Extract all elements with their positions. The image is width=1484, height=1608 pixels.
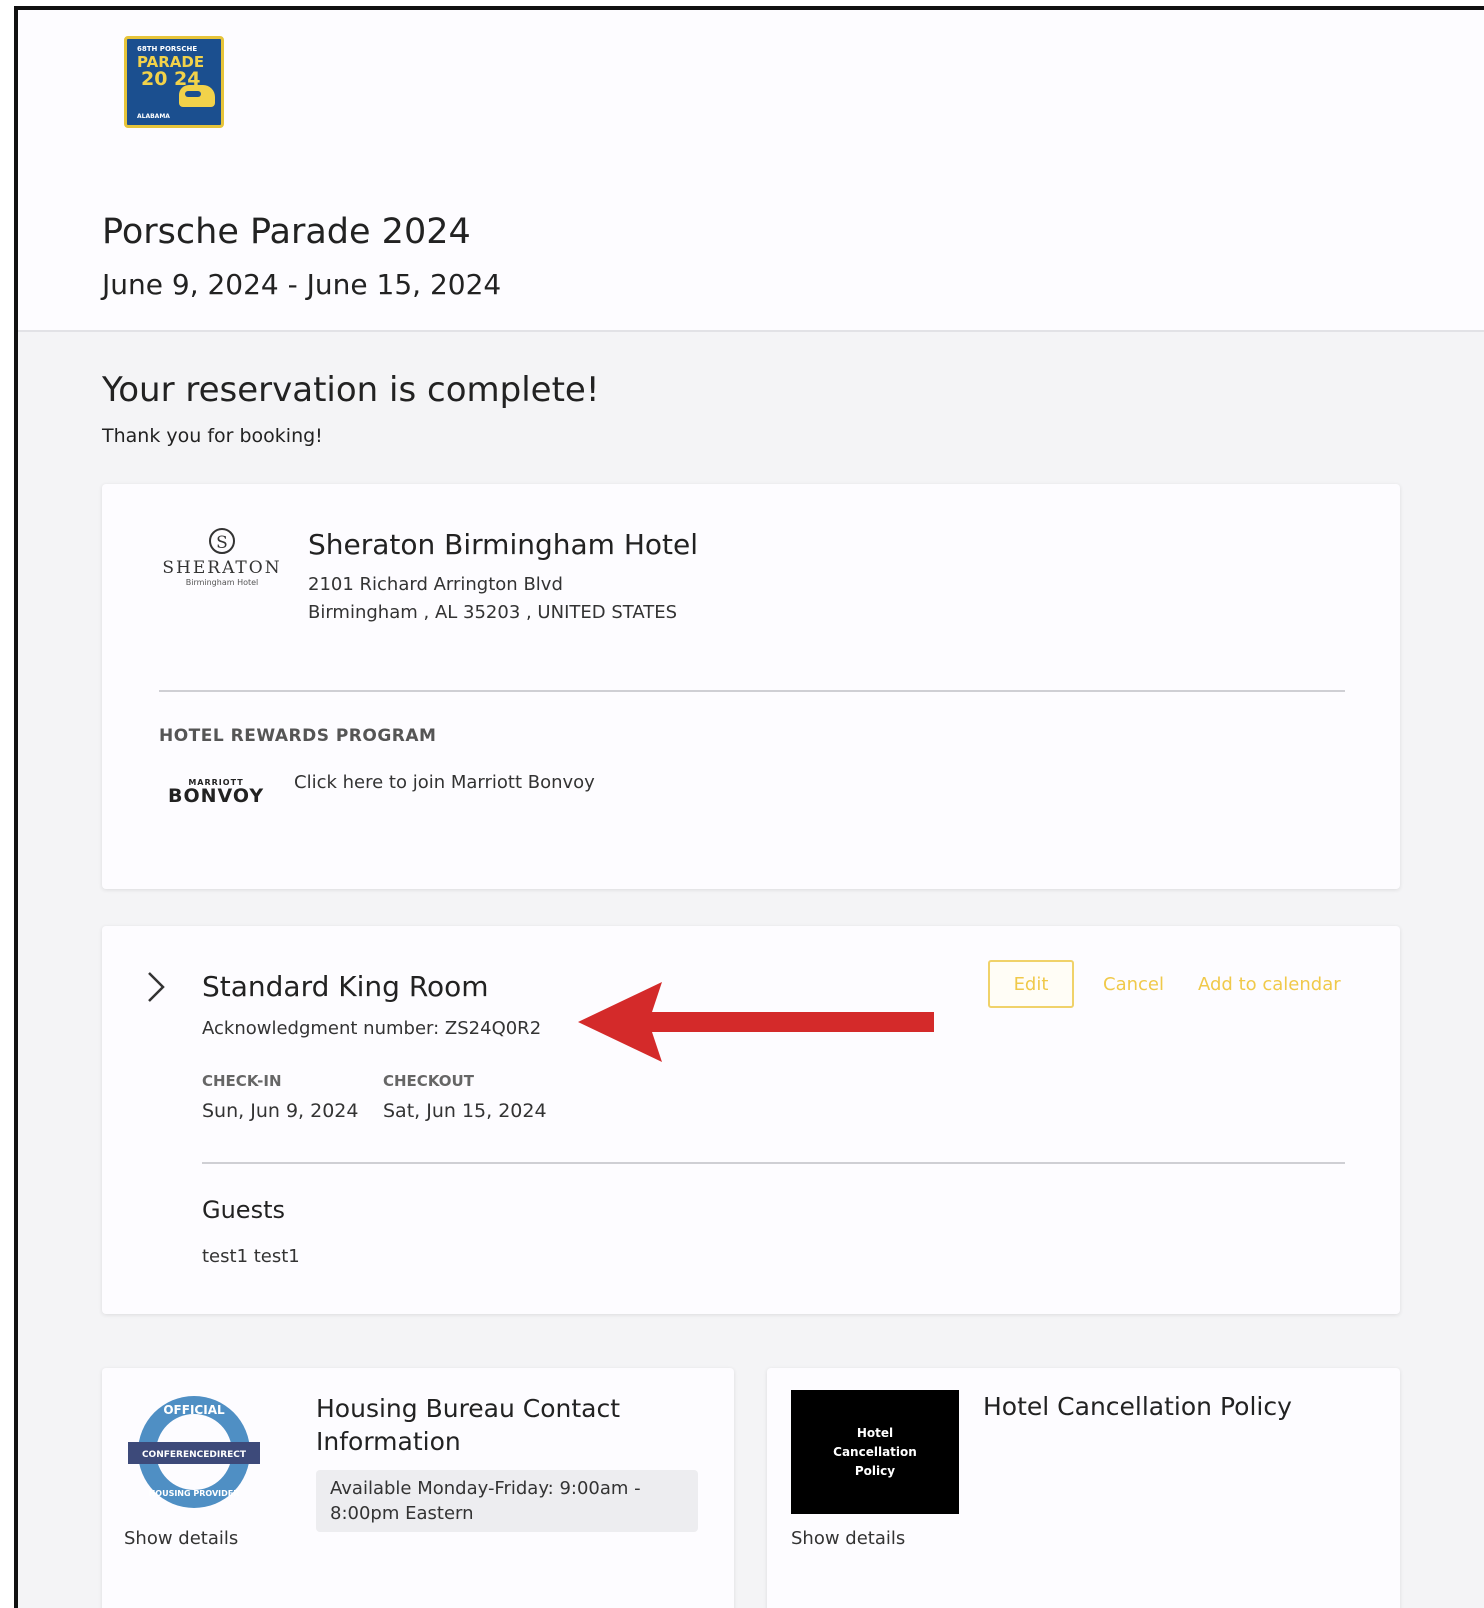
acknowledgment-number: Acknowledgment number: ZS24Q0R2 [202,1018,542,1039]
sheraton-emblem-icon: S [209,528,235,554]
sheraton-logo: S SHERATON Birmingham Hotel [162,528,282,587]
hotel-address-line1: 2101 Richard Arrington Blvd [308,574,563,595]
divider [202,1162,1345,1164]
checkout-label: CHECKOUT [383,1072,474,1090]
checkin-value: Sun, Jun 9, 2024 [202,1100,359,1122]
housing-bureau-card: CONFERENCEDIRECT OFFICIAL HOUSING PROVID… [102,1368,734,1608]
sheraton-logo-word: SHERATON [162,558,282,578]
cancellation-policy-card: Hotel Cancellation Policy Show details H… [767,1368,1400,1608]
confirmation-subtitle: Thank you for booking! [102,425,323,447]
porsche-parade-logo[interactable]: 68TH PORSCHE PARADE 20 24 ALABAMA [124,36,224,128]
conference-direct-logo: CONFERENCEDIRECT OFFICIAL HOUSING PROVID… [128,1396,260,1508]
edit-button[interactable]: Edit [988,960,1074,1008]
marriott-bonvoy-logo: MARRIOTT BONVOY [168,778,265,807]
logo-top-text: OFFICIAL [163,1403,225,1417]
bureau-hours: Available Monday-Friday: 9:00am - 8:00pm… [316,1470,698,1532]
join-bonvoy-link[interactable]: Click here to join Marriott Bonvoy [294,772,595,793]
chevron-right-icon[interactable] [144,970,168,1004]
site-header: 68TH PORSCHE PARADE 20 24 ALABAMA [18,10,1484,188]
event-banner: Porsche Parade 2024 June 9, 2024 - June … [18,186,1484,332]
hotel-address-line2: Birmingham , AL 35203 , UNITED STATES [308,602,678,623]
hotel-name: Sheraton Birmingham Hotel [308,528,699,561]
event-title: Porsche Parade 2024 [102,212,471,252]
room-name: Standard King Room [202,970,489,1003]
checkin-label: CHECK-IN [202,1072,282,1090]
event-dates: June 9, 2024 - June 15, 2024 [102,268,502,301]
guests-value: test1 test1 [202,1246,300,1267]
checkout-value: Sat, Jun 15, 2024 [383,1100,547,1122]
policy-image-text: Hotel Cancellation Policy [833,1425,917,1478]
logo-band-text: CONFERENCEDIRECT [142,1450,247,1460]
guests-label: Guests [202,1196,285,1224]
browser-frame: 68TH PORSCHE PARADE 20 24 ALABAMA Porsch… [14,6,1484,1608]
room-reservation-card: Standard King Room Acknowledgment number… [102,926,1400,1314]
policy-image: Hotel Cancellation Policy [791,1390,959,1514]
bureau-title: Housing Bureau Contact Information [316,1394,621,1456]
hotel-card: S SHERATON Birmingham Hotel Sheraton Bir… [102,484,1400,889]
policy-title: Hotel Cancellation Policy [983,1392,1292,1421]
bureau-show-details-link[interactable]: Show details [124,1528,238,1549]
rewards-program-label: HOTEL REWARDS PROGRAM [159,726,437,746]
bonvoy-logo-main: BONVOY [168,785,265,807]
sheraton-logo-sub: Birmingham Hotel [185,578,259,587]
policy-show-details-link[interactable]: Show details [791,1528,905,1549]
confirmation-title: Your reservation is complete! [102,370,600,410]
logo-bottom-text: HOUSING PROVIDER [149,1489,240,1498]
add-to-calendar-link[interactable]: Add to calendar [1198,974,1341,995]
logo-top-text: 68TH PORSCHE [137,45,198,53]
car-icon [179,85,215,107]
divider [159,690,1345,692]
cancel-link[interactable]: Cancel [1103,974,1164,995]
logo-state-text: ALABAMA [137,113,170,120]
